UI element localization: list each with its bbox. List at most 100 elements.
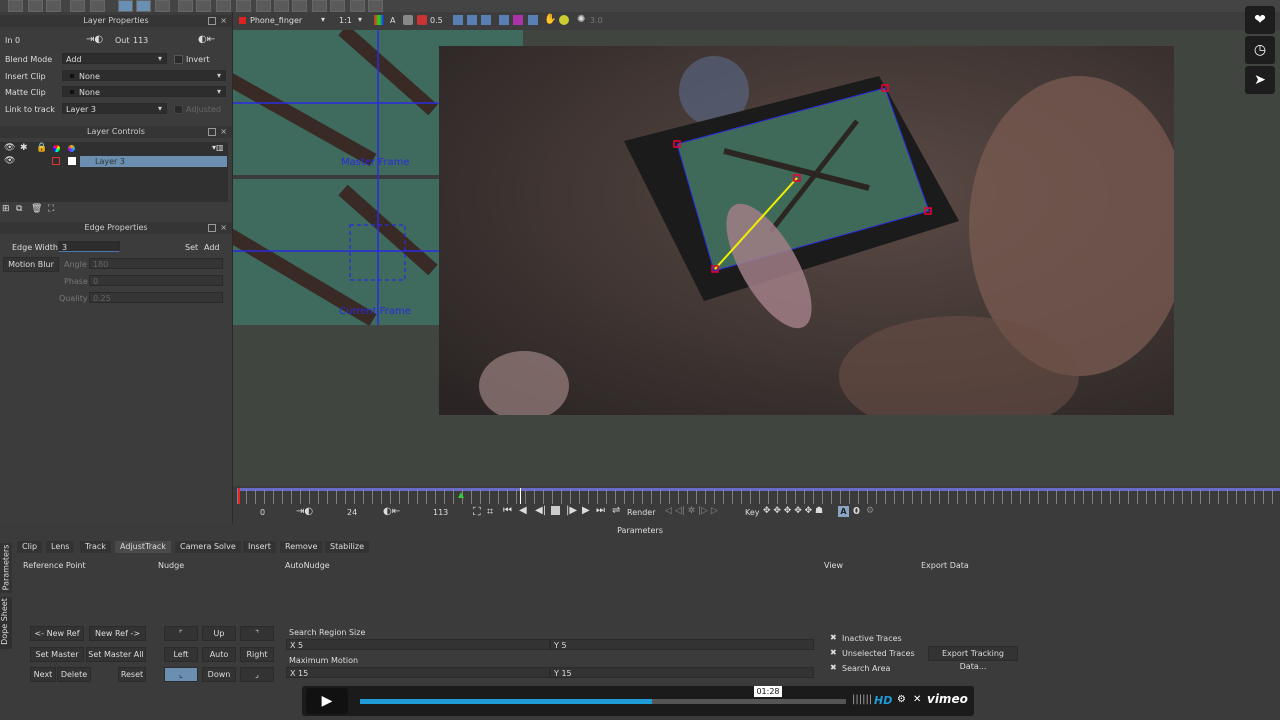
angle-input[interactable]: 180 bbox=[89, 258, 223, 269]
edit-icon[interactable] bbox=[28, 0, 43, 12]
fit-range-icon[interactable]: ⛶ bbox=[473, 505, 481, 519]
undo-icon[interactable] bbox=[70, 0, 85, 12]
edge-width-input[interactable]: 3 bbox=[58, 241, 120, 252]
first-frame-icon[interactable]: ⏮ bbox=[503, 505, 512, 516]
lock-icon[interactable]: 🔒 bbox=[36, 143, 47, 153]
new-ref-prev-button[interactable]: <- New Ref bbox=[30, 626, 84, 641]
export-tracking-data-button[interactable]: Export Tracking Data... bbox=[928, 646, 1018, 671]
close-icon[interactable]: × bbox=[220, 126, 227, 138]
step-forward-icon[interactable]: ▶ bbox=[582, 505, 590, 516]
nudge-up-left-icon[interactable]: ⌜ bbox=[164, 626, 198, 641]
snapshot-icon[interactable] bbox=[528, 15, 538, 25]
nudge-down-left-icon[interactable]: ⌞ bbox=[164, 667, 198, 682]
gear-icon[interactable]: ✱ bbox=[20, 143, 28, 153]
grid-icon[interactable] bbox=[481, 15, 491, 25]
nudge-auto-button[interactable]: Auto bbox=[202, 647, 236, 662]
layer-menu-icon[interactable]: ▾▥ bbox=[212, 143, 224, 152]
in-value[interactable]: 0 bbox=[15, 36, 20, 45]
blend-mode-select[interactable]: Add bbox=[62, 53, 167, 64]
matte-clip-select[interactable]: None bbox=[62, 86, 226, 97]
layer-swatch-icon[interactable] bbox=[68, 157, 76, 165]
tab-clip[interactable]: Clip bbox=[17, 541, 43, 553]
hand-icon[interactable]: ✋ bbox=[544, 14, 556, 25]
playhead[interactable] bbox=[520, 488, 521, 504]
volume-icon[interactable]: |||||| bbox=[852, 694, 872, 705]
pen-icon[interactable] bbox=[256, 0, 271, 12]
blend-icon[interactable] bbox=[68, 145, 75, 152]
select-tool-icon[interactable] bbox=[118, 0, 133, 12]
share-icon[interactable]: ➤ bbox=[1245, 66, 1275, 94]
pin-icon[interactable] bbox=[208, 17, 216, 25]
next-button[interactable]: Next bbox=[30, 667, 56, 682]
render-button[interactable]: Render bbox=[627, 508, 655, 517]
out-value[interactable]: 113 bbox=[133, 36, 148, 45]
transform-icon[interactable] bbox=[350, 0, 365, 12]
key-settings-icon[interactable]: ⚙ bbox=[866, 506, 874, 516]
crop-icon[interactable] bbox=[368, 0, 383, 12]
like-icon[interactable]: ❤ bbox=[1245, 6, 1275, 34]
search-area-check-icon[interactable]: ✖ bbox=[830, 663, 837, 672]
clip-dropdown-icon[interactable]: ▾ bbox=[321, 15, 325, 24]
highlight-icon[interactable] bbox=[559, 15, 569, 25]
color-wheel-icon[interactable] bbox=[53, 145, 60, 152]
tab-stabilize[interactable]: Stabilize bbox=[325, 541, 369, 553]
set-button[interactable]: Set bbox=[185, 243, 198, 252]
prev-key-icon[interactable]: ◁ ◁| ✲ |▷ ▷ bbox=[665, 506, 718, 516]
tab-camera-solve[interactable]: Camera Solve bbox=[175, 541, 241, 553]
play-back-icon[interactable]: ◀| bbox=[535, 505, 546, 516]
hd-label[interactable]: HD bbox=[874, 694, 892, 707]
alpha-label[interactable]: A bbox=[390, 16, 395, 25]
pin-icon[interactable] bbox=[208, 128, 216, 136]
layer-name[interactable]: Layer 3 bbox=[80, 156, 227, 167]
search-region-y-input[interactable]: Y 5 bbox=[550, 639, 814, 650]
timeline-end[interactable]: 113 bbox=[433, 508, 448, 517]
invert-checkbox[interactable] bbox=[174, 55, 183, 64]
timeline-current[interactable]: 24 bbox=[347, 508, 357, 517]
nudge-down-right-icon[interactable]: ⌟ bbox=[240, 667, 274, 682]
tab-track[interactable]: Track bbox=[80, 541, 111, 553]
mask-icon[interactable] bbox=[417, 15, 427, 25]
range-icon[interactable]: ⌗ bbox=[487, 505, 493, 519]
matte-view-icon[interactable] bbox=[513, 15, 523, 25]
nudge-up-right-icon[interactable]: ⌝ bbox=[240, 626, 274, 641]
delete-button[interactable]: Delete bbox=[57, 667, 91, 682]
timeline-ruler[interactable] bbox=[237, 490, 1280, 504]
camera-icon[interactable] bbox=[46, 0, 61, 12]
set-out-icon[interactable]: ◐⇤ bbox=[383, 506, 400, 517]
auto-key-icon[interactable]: A bbox=[838, 506, 849, 517]
settings-icon[interactable]: ⚙ bbox=[897, 694, 906, 705]
bezier-icon[interactable] bbox=[216, 0, 231, 12]
add-layer-icon[interactable]: ⊞ bbox=[2, 204, 10, 214]
insert-clip-select[interactable]: None bbox=[62, 70, 226, 81]
quality-input[interactable]: 0.25 bbox=[89, 292, 223, 303]
loop-icon[interactable]: ⇌ bbox=[612, 505, 620, 516]
track-icon[interactable] bbox=[467, 15, 477, 25]
step-back-icon[interactable]: ◀ bbox=[519, 505, 527, 516]
set-master-all-button[interactable]: Set Master All bbox=[86, 647, 146, 662]
clip-name[interactable]: Phone_finger bbox=[250, 16, 302, 25]
zoom-icon[interactable] bbox=[196, 0, 211, 12]
spline-icon[interactable] bbox=[236, 0, 251, 12]
inactive-traces-check-icon[interactable]: ✖ bbox=[830, 633, 837, 642]
brightness-value[interactable]: 3.0 bbox=[590, 16, 603, 25]
tab-lens[interactable]: Lens bbox=[46, 541, 75, 553]
rgb-channels-icon[interactable] bbox=[374, 15, 384, 25]
link-to-track-select[interactable]: Layer 3 bbox=[62, 103, 167, 114]
in-marker[interactable] bbox=[238, 488, 240, 504]
set-in-icon[interactable]: ⇥◐ bbox=[296, 506, 313, 517]
view-mode-icon[interactable] bbox=[453, 15, 463, 25]
layer-row[interactable]: 👁 Layer 3 bbox=[0, 156, 228, 167]
zoom-value[interactable]: 1:1 bbox=[339, 16, 352, 25]
layer-view-icon[interactable] bbox=[499, 15, 509, 25]
max-motion-y-input[interactable]: Y 15 bbox=[550, 667, 814, 678]
nudge-up-button[interactable]: Up bbox=[202, 626, 236, 641]
reset-button[interactable]: Reset bbox=[118, 667, 146, 682]
fullscreen-icon[interactable]: ✕ bbox=[913, 694, 921, 705]
vimeo-logo[interactable]: vimeo bbox=[927, 692, 968, 706]
phase-input[interactable]: 0 bbox=[89, 275, 223, 286]
set-out-icon[interactable]: ◐⇤ bbox=[198, 34, 215, 45]
nudge-right-button[interactable]: Right bbox=[240, 647, 274, 662]
key-tools-icon[interactable]: ✥ ✥ ✥ ✥ ✥ ☗ bbox=[763, 506, 823, 516]
tab-insert[interactable]: Insert bbox=[243, 541, 276, 553]
pointer-icon[interactable] bbox=[155, 0, 170, 12]
